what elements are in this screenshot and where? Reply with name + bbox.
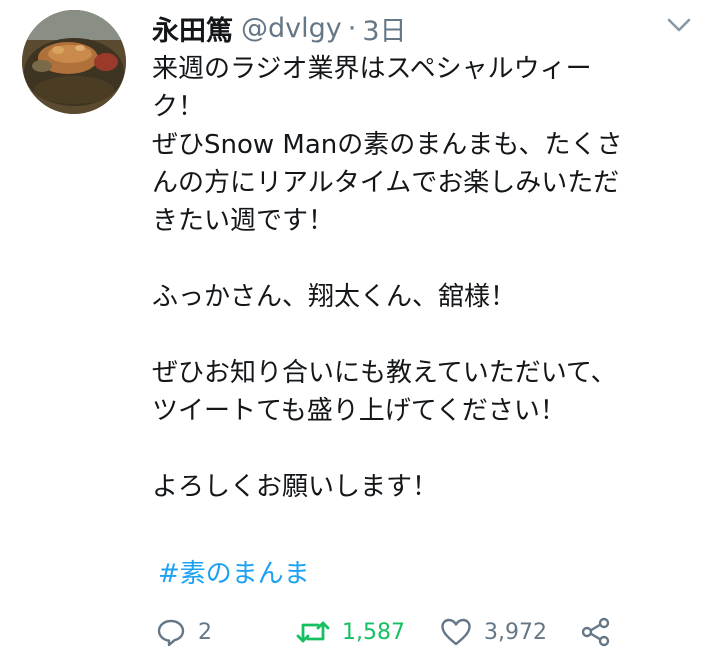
timestamp[interactable]: 3日 <box>362 9 406 48</box>
retweet-button[interactable]: 1,587 <box>296 614 405 650</box>
retweet-icon <box>296 621 330 643</box>
heart-icon <box>441 618 471 646</box>
share-icon <box>581 617 610 647</box>
author-handle[interactable]: @dvlgy <box>241 13 342 44</box>
like-count: 3,972 <box>484 619 547 645</box>
hashtag-link[interactable]: #素のまんま <box>158 555 310 593</box>
avatar-image <box>22 10 126 114</box>
tweet-text-line: ツイートても盛り上げてください！ <box>152 396 566 426</box>
retweet-count: 1,587 <box>342 619 405 645</box>
tweet-text-line: ぜひお知り合いにも教えていただいて、 <box>152 358 617 388</box>
tweet-text-line: よろしくお願いします！ <box>152 472 439 502</box>
tweet-text-line: ク！ <box>152 92 205 122</box>
tweet-header: 永田篤 @dvlgy · 3日 <box>152 6 407 50</box>
separator: · <box>347 12 357 44</box>
tweet[interactable]: 永田篤 @dvlgy · 3日 来週のラジオ業界はスペシャルウィー ク！ ぜひS… <box>0 0 720 664</box>
share-button[interactable] <box>580 614 612 650</box>
tweet-text-line: きたい週です！ <box>152 206 335 236</box>
tweet-text: 来週のラジオ業界はスペシャルウィー ク！ ぜひSnow Manの素のまんまも、た… <box>152 50 700 506</box>
like-button[interactable]: 3,972 <box>440 614 547 650</box>
reply-icon <box>157 619 185 647</box>
tweet-actions: 2 1,587 3,972 <box>156 614 676 650</box>
chevron-down-icon[interactable] <box>666 16 692 34</box>
tweet-text-line: ぜひSnow Manの素のまんまも、たくさ <box>152 130 623 160</box>
author-display-name[interactable]: 永田篤 <box>152 9 233 48</box>
tweet-text-line: んの方にリアルタイムでお楽しみいただ <box>152 168 620 198</box>
avatar[interactable] <box>22 10 126 114</box>
tweet-text-line: ふっかさん、翔太くん、舘様！ <box>152 282 517 312</box>
reply-button[interactable]: 2 <box>156 614 212 650</box>
reply-count: 2 <box>198 619 212 645</box>
tweet-text-line: 来週のラジオ業界はスペシャルウィー <box>152 54 592 84</box>
